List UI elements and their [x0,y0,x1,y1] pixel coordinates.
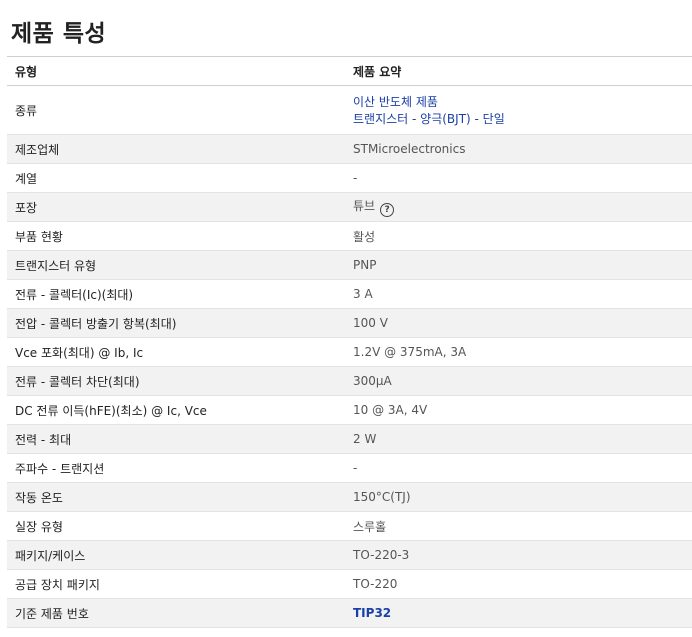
attr-label: 전력 - 최대 [7,424,345,454]
table-row: 계열 - [7,163,692,193]
attr-label: 공급 장치 패키지 [7,569,345,599]
attr-value: 스루홀 [345,511,692,541]
attr-label: 기준 제품 번호 [7,598,345,628]
attr-value: TIP32 [345,598,692,628]
table-row: 공급 장치 패키지 TO-220 [7,569,692,599]
table-row: 전압 - 콜렉터 방출기 항복(최대) 100 V [7,308,692,338]
table-row: 전류 - 콜렉터(Ic)(최대) 3 A [7,279,692,309]
attr-value: 10 @ 3A, 4V [345,395,692,425]
base-part-link[interactable]: TIP32 [353,606,391,620]
attr-value: TO-220 [345,569,692,599]
attr-label: 작동 온도 [7,482,345,512]
attr-label: 제조업체 [7,134,345,164]
attr-label: 전류 - 콜렉터 차단(최대) [7,366,345,396]
header-summary: 제품 요약 [345,56,692,86]
attr-value: 2 W [345,424,692,454]
attr-value: - [345,453,692,483]
attr-label: 부품 현황 [7,221,345,251]
attr-label: DC 전류 이득(hFE)(최소) @ Ic, Vce [7,395,345,425]
header-type: 유형 [7,56,345,86]
attr-value: 1.2V @ 375mA, 3A [345,337,692,367]
attr-label: 주파수 - 트랜지션 [7,453,345,483]
attr-label: 트랜지스터 유형 [7,250,345,280]
table-row: 주파수 - 트랜지션 - [7,453,692,483]
attr-label: Vce 포화(최대) @ Ib, Ic [7,337,345,367]
attr-value: 활성 [345,221,692,251]
help-circle-icon[interactable]: ? [380,203,395,217]
attr-value: 이산 반도체 제품 트랜지스터 - 양극(BJT) - 단일 [345,85,692,135]
table-row: 종류 이산 반도체 제품 트랜지스터 - 양극(BJT) - 단일 [7,85,692,135]
page-title: 제품 특성 [11,21,107,47]
attributes-table: 유형 제품 요약 종류 이산 반도체 제품 트랜지스터 - 양극(BJT) - … [7,56,692,628]
table-row: 전력 - 최대 2 W [7,424,692,454]
attr-value: 150°C(TJ) [345,482,692,512]
category-link[interactable]: 이산 반도체 제품 [353,93,692,110]
attr-label: 계열 [7,163,345,193]
attr-label: 전류 - 콜렉터(Ic)(최대) [7,279,345,309]
attr-value: PNP [345,250,692,280]
table-row: 포장 튜브? [7,192,692,222]
table-header-row: 유형 제품 요약 [7,56,692,86]
subcategory-link[interactable]: 트랜지스터 - 양극(BJT) - 단일 [353,110,692,127]
table-row: 작동 온도 150°C(TJ) [7,482,692,512]
table-row: 전류 - 콜렉터 차단(최대) 300µA [7,366,692,396]
attr-value: TO-220-3 [345,540,692,570]
table-row: 트랜지스터 유형 PNP [7,250,692,280]
table-row: 기준 제품 번호 TIP32 [7,598,692,628]
attr-value: - [345,163,692,193]
table-row: 실장 유형 스루홀 [7,511,692,541]
attr-value: 300µA [345,366,692,396]
packaging-value: 튜브 [353,199,376,213]
table-row: 패키지/케이스 TO-220-3 [7,540,692,570]
attr-value: STMicroelectronics [345,134,692,164]
attr-label: 포장 [7,192,345,222]
attr-value: 100 V [345,308,692,338]
attr-label: 실장 유형 [7,511,345,541]
table-row: Vce 포화(최대) @ Ib, Ic 1.2V @ 375mA, 3A [7,337,692,367]
attr-label: 종류 [7,85,345,135]
attr-label: 전압 - 콜렉터 방출기 항복(최대) [7,308,345,338]
table-row: 제조업체 STMicroelectronics [7,134,692,164]
attr-label: 패키지/케이스 [7,540,345,570]
table-row: 부품 현황 활성 [7,221,692,251]
table-row: DC 전류 이득(hFE)(최소) @ Ic, Vce 10 @ 3A, 4V [7,395,692,425]
attr-value: 튜브? [345,192,692,222]
attr-value: 3 A [345,279,692,309]
